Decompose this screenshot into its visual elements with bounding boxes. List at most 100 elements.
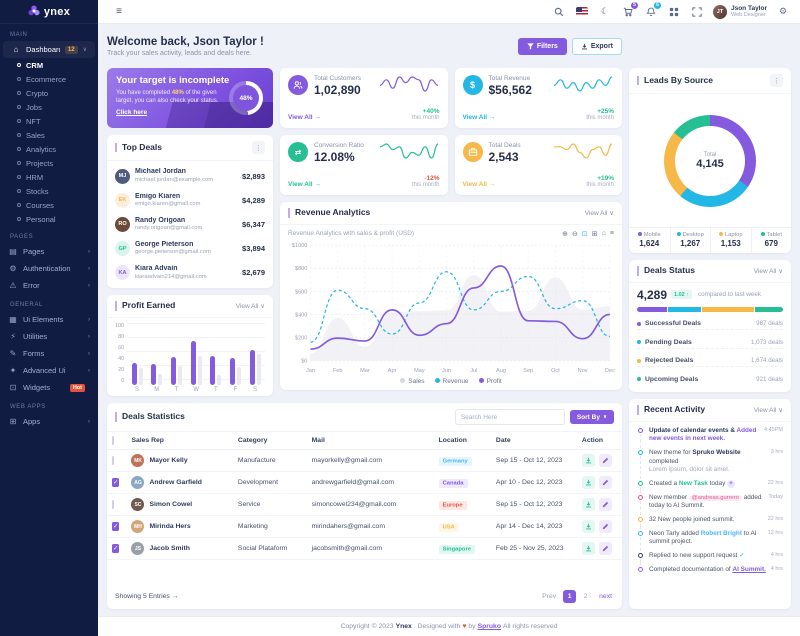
sidebar-subitem-courses[interactable]: Courses bbox=[0, 198, 98, 212]
download-action-button[interactable] bbox=[582, 476, 595, 489]
mail-cell: mayorkelly@gmail.com bbox=[307, 450, 434, 472]
zoom-out-icon[interactable]: ⊖ bbox=[572, 230, 578, 238]
cart-icon[interactable]: 5 bbox=[621, 5, 635, 19]
pagination-page-1[interactable]: 1 bbox=[563, 590, 576, 603]
leads-menu-icon[interactable]: ⋮ bbox=[770, 74, 783, 87]
logo-text: ynex bbox=[44, 6, 70, 18]
sidebar-item[interactable]: ⚠ Error › bbox=[0, 277, 98, 294]
sidebar-item[interactable]: ⊡ Widgets Hot bbox=[0, 379, 98, 396]
logo[interactable]: ynex bbox=[0, 0, 98, 24]
footer-vendor-link[interactable]: Spruko bbox=[478, 623, 501, 630]
top-deals-menu-icon[interactable]: ⋮ bbox=[252, 141, 265, 154]
fullscreen-icon[interactable] bbox=[690, 5, 704, 19]
reset-home-icon[interactable]: ⌂ bbox=[602, 230, 606, 238]
pagination-page-2[interactable]: 2 bbox=[579, 590, 592, 603]
deals-status-view-all[interactable]: View All ∨ bbox=[754, 267, 783, 275]
sidebar-subitem-hrm[interactable]: HRM bbox=[0, 170, 98, 184]
revenue-analytics-title: Revenue Analytics bbox=[288, 208, 370, 218]
activity-link[interactable]: Robert Bright bbox=[701, 530, 742, 537]
export-button[interactable]: Export bbox=[572, 38, 622, 55]
sidebar-subitem-ecommerce[interactable]: Ecommerce bbox=[0, 72, 98, 86]
row-checkbox[interactable] bbox=[112, 456, 114, 465]
edit-action-button[interactable] bbox=[599, 542, 612, 555]
pagination-prev[interactable]: Prev bbox=[540, 590, 558, 603]
download-action-button[interactable] bbox=[582, 498, 595, 511]
table-row: ✓ AGAndrew Garfield Development andrewga… bbox=[107, 472, 622, 494]
click-here-link[interactable]: Click here bbox=[116, 109, 147, 116]
svg-text:$200: $200 bbox=[295, 335, 307, 341]
sidebar-subitem-stocks[interactable]: Stocks bbox=[0, 184, 98, 198]
revenue-view-all[interactable]: View All ∨ bbox=[585, 209, 614, 217]
download-action-button[interactable] bbox=[582, 520, 595, 533]
sidebar-item[interactable]: ▦ Ui Elements › bbox=[0, 311, 98, 328]
sidebar-item[interactable]: ▤ Pages › bbox=[0, 243, 98, 260]
sidebar-item[interactable]: ✎ Forms › bbox=[0, 345, 98, 362]
filters-button[interactable]: Filters bbox=[518, 38, 567, 55]
legend-item[interactable]: Profit bbox=[479, 378, 502, 385]
sidebar-item[interactable]: ⌂ Dashboards 12 ∨ bbox=[3, 41, 95, 58]
progress-segment bbox=[637, 307, 667, 312]
activity-link[interactable]: AI Summit. bbox=[732, 566, 765, 573]
row-checkbox[interactable]: ✓ bbox=[112, 478, 119, 487]
settings-gear-icon[interactable]: ⚙ bbox=[776, 5, 790, 19]
row-checkbox[interactable] bbox=[112, 500, 114, 509]
edit-action-button[interactable] bbox=[599, 520, 612, 533]
edit-action-button[interactable] bbox=[599, 454, 612, 467]
zoom-in-icon[interactable]: ⊕ bbox=[562, 230, 568, 238]
edit-action-button[interactable] bbox=[599, 476, 612, 489]
table-search-input[interactable] bbox=[455, 409, 565, 425]
apps-grid-icon[interactable] bbox=[667, 5, 681, 19]
sidebar-subitem-crm[interactable]: CRM bbox=[0, 58, 98, 72]
svg-text:Oct: Oct bbox=[551, 368, 560, 374]
row-checkbox[interactable]: ✓ bbox=[112, 522, 119, 531]
sidebar-item[interactable]: ⚡ Utilities › bbox=[0, 328, 98, 345]
sidebar-item[interactable]: ⚙ Authentication › bbox=[0, 260, 98, 277]
deals-status-card: Deals Status View All ∨ 4,289 1.02 ↑ com… bbox=[629, 260, 791, 392]
download-icon bbox=[585, 523, 592, 530]
sidebar-subitem-personal[interactable]: Personal bbox=[0, 212, 98, 226]
deal-person-name: George Pieterson bbox=[135, 241, 211, 249]
sort-by-button[interactable]: Sort By∨ bbox=[570, 410, 614, 424]
sidebar-subitem-jobs[interactable]: Jobs bbox=[0, 100, 98, 114]
stat-card: Total Deals 2,543 View All → +19% this m… bbox=[455, 135, 623, 195]
download-action-button[interactable] bbox=[582, 542, 595, 555]
pan-icon[interactable]: ⊞ bbox=[592, 230, 598, 238]
notifications-bell-icon[interactable]: 6 bbox=[644, 5, 658, 19]
row-checkbox[interactable]: ✓ bbox=[112, 544, 119, 553]
sidebar-subitem-analytics[interactable]: Analytics bbox=[0, 142, 98, 156]
svg-text:Feb: Feb bbox=[333, 368, 343, 374]
legend-item[interactable]: Sales bbox=[400, 378, 424, 385]
sidebar-item[interactable]: ✦ Advanced Ui › bbox=[0, 362, 98, 379]
bullet-icon bbox=[17, 161, 21, 165]
activity-link[interactable]: + bbox=[727, 480, 735, 488]
sidebar-subitem-nft[interactable]: NFT bbox=[0, 114, 98, 128]
download-icon bbox=[585, 457, 592, 464]
hamburger-menu-icon[interactable]: ≡ bbox=[112, 5, 126, 19]
sidebar-subitem-crypto[interactable]: Crypto bbox=[0, 86, 98, 100]
sidebar-item[interactable]: ⊞ Apps › bbox=[0, 413, 98, 430]
sidebar-item-label: Forms bbox=[23, 349, 83, 358]
chart-menu-icon[interactable]: ≡ bbox=[610, 230, 614, 238]
edit-action-button[interactable] bbox=[599, 498, 612, 511]
sidebar-subitem-projects[interactable]: Projects bbox=[0, 156, 98, 170]
download-action-button[interactable] bbox=[582, 454, 595, 467]
user-menu[interactable]: JT Json Taylor Web Designer bbox=[713, 5, 767, 19]
pagination-next[interactable]: next bbox=[597, 590, 614, 603]
activity-link[interactable]: New Task bbox=[679, 480, 708, 487]
view-all-link[interactable]: View All → bbox=[463, 181, 521, 188]
status-count: 1,674 deals bbox=[751, 357, 783, 364]
recent-activity-view-all[interactable]: View All ∨ bbox=[754, 406, 783, 414]
sidebar-subitem-sales[interactable]: Sales bbox=[0, 128, 98, 142]
svg-text:$600: $600 bbox=[295, 289, 307, 295]
view-all-link[interactable]: View All → bbox=[288, 114, 361, 121]
dark-mode-moon-icon[interactable]: ☾ bbox=[598, 5, 612, 19]
search-icon[interactable] bbox=[552, 5, 566, 19]
view-all-link[interactable]: View All → bbox=[463, 114, 532, 121]
language-flag-icon[interactable] bbox=[575, 5, 589, 19]
select-all-checkbox[interactable] bbox=[112, 436, 114, 445]
view-all-link[interactable]: View All → bbox=[288, 181, 364, 188]
arrow-right-icon: → bbox=[314, 181, 321, 188]
profit-earned-view-all[interactable]: View All ∨ bbox=[236, 302, 265, 310]
legend-item[interactable]: Revenue bbox=[435, 378, 469, 385]
selection-zoom-icon[interactable]: ⊡ bbox=[582, 230, 588, 238]
